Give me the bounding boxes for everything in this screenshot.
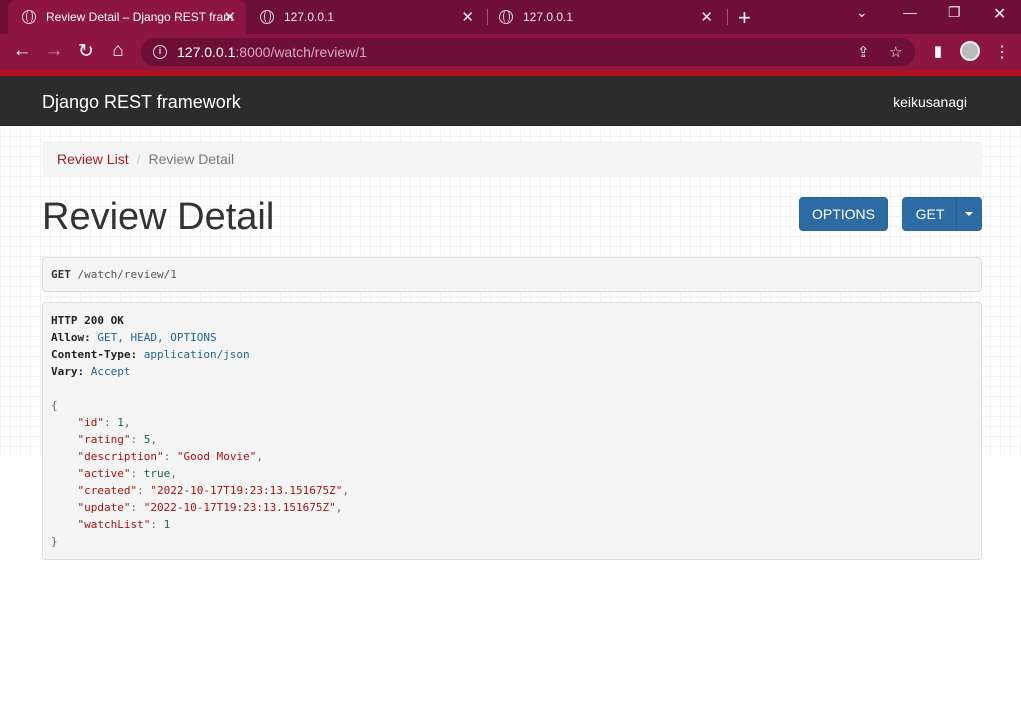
json-field-row: "active": true, <box>77 467 177 480</box>
header-value: application/json <box>143 348 250 361</box>
request-method: GET <box>51 268 71 281</box>
restore-icon[interactable]: ❐ <box>948 4 961 21</box>
tab-localhost-1[interactable]: 127.0.0.1 ✕ <box>250 0 484 34</box>
globe-icon <box>22 10 36 24</box>
site-info-icon[interactable]: i <box>153 45 167 59</box>
json-field-row: "created": "2022-10-17T19:23:13.151675Z"… <box>77 484 350 497</box>
tab-review-detail[interactable]: Review Detail – Django REST fram ✕ <box>8 0 246 34</box>
json-field-row: "description": "Good Movie", <box>77 450 263 463</box>
response-status: HTTP 200 OK <box>51 314 124 327</box>
home-icon[interactable]: ⌂ <box>106 40 130 62</box>
header-name: Content-Type: <box>51 348 138 361</box>
get-button[interactable]: GET <box>902 197 958 231</box>
json-field-row: "rating": 5, <box>77 433 157 446</box>
json-close-brace: } <box>51 535 58 548</box>
json-key: "id" <box>77 416 105 429</box>
options-button[interactable]: OPTIONS <box>799 197 888 231</box>
tab-divider <box>727 9 728 25</box>
json-value: "Good Movie" <box>176 450 257 463</box>
tab-divider <box>487 9 488 25</box>
address-bar[interactable]: i 127.0.0.1:8000/watch/review/1 ⇪ ☆ <box>141 38 915 66</box>
response-info: HTTP 200 OK Allow: GET, HEAD, OPTIONS Co… <box>42 302 982 560</box>
minimize-icon[interactable]: — <box>903 4 917 20</box>
json-field-row: "update": "2022-10-17T19:23:13.151675Z", <box>77 501 343 514</box>
header-value: GET, HEAD, OPTIONS <box>97 331 217 344</box>
user-menu[interactable]: keikusanagi <box>893 94 967 110</box>
close-icon[interactable]: ✕ <box>461 8 474 26</box>
share-icon[interactable]: ⇪ <box>857 43 870 61</box>
json-key: "update" <box>77 501 131 514</box>
get-format-dropdown-icon[interactable] <box>956 197 982 231</box>
close-icon[interactable]: ✕ <box>700 8 713 26</box>
globe-icon <box>499 10 513 24</box>
page-title: Review Detail <box>42 196 275 238</box>
url-path: :8000/watch/review/1 <box>235 44 367 60</box>
json-body: "id": 1, "rating": 5, "description": "Go… <box>51 414 973 533</box>
tab-title: Review Detail – Django REST fram <box>46 10 234 24</box>
window-close-icon[interactable]: ✕ <box>993 4 1006 24</box>
page-content: Review List / Review Detail Review Detail … <box>0 126 1021 721</box>
json-field-row: "watchList": 1 <box>77 518 171 531</box>
json-value: 1 <box>117 416 124 429</box>
breadcrumb-separator: / <box>136 151 141 167</box>
globe-icon <box>260 10 274 24</box>
close-icon[interactable]: ✕ <box>223 8 236 26</box>
header-value: Accept <box>90 365 131 378</box>
tab-search-icon[interactable]: ⌄ <box>856 4 868 21</box>
request-info: GET /watch/review/1 <box>42 257 982 292</box>
url-host: 127.0.0.1 <box>177 44 236 60</box>
json-value: "2022-10-17T19:23:13.151675Z" <box>143 501 336 514</box>
json-open-brace: { <box>51 399 58 412</box>
new-tab-icon[interactable]: + <box>738 5 751 31</box>
json-key: "description" <box>77 450 164 463</box>
forward-icon[interactable]: → <box>42 40 66 62</box>
back-icon[interactable]: ← <box>10 40 34 62</box>
json-value: true <box>143 467 171 480</box>
tab-localhost-2[interactable]: 127.0.0.1 ✕ <box>489 0 723 34</box>
header-name: Vary: <box>51 365 85 378</box>
breadcrumb-review-list[interactable]: Review List <box>57 151 129 167</box>
request-path: /watch/review/1 <box>77 268 177 281</box>
json-key: "rating" <box>77 433 131 446</box>
breadcrumb-current: Review Detail <box>148 151 235 167</box>
json-key: "created" <box>77 484 138 497</box>
breadcrumb: Review List / Review Detail <box>42 141 982 177</box>
bookmark-star-icon[interactable]: ☆ <box>889 43 902 61</box>
reload-icon[interactable]: ↻ <box>74 40 98 63</box>
menu-kebab-icon[interactable]: ⋮ <box>990 42 1014 62</box>
header-name: Allow: <box>51 331 91 344</box>
top-navbar: Django REST framework keikusanagi <box>0 76 1021 126</box>
brand-link[interactable]: Django REST framework <box>42 92 241 113</box>
json-key: "active" <box>77 467 131 480</box>
browser-tab-bar: Review Detail – Django REST fram ✕ 127.0… <box>0 0 1021 34</box>
browser-toolbar: ← → ↻ ⌂ i 127.0.0.1:8000/watch/review/1 … <box>0 34 1021 70</box>
json-key: "watchList" <box>77 518 151 531</box>
tab-title: 127.0.0.1 <box>523 10 574 24</box>
json-value: "2022-10-17T19:23:13.151675Z" <box>150 484 343 497</box>
side-panel-icon[interactable]: ▮ <box>926 42 950 60</box>
avatar[interactable] <box>958 41 982 67</box>
json-value: 1 <box>163 518 171 531</box>
tab-title: 127.0.0.1 <box>284 10 335 24</box>
json-field-row: "id": 1, <box>77 416 131 429</box>
